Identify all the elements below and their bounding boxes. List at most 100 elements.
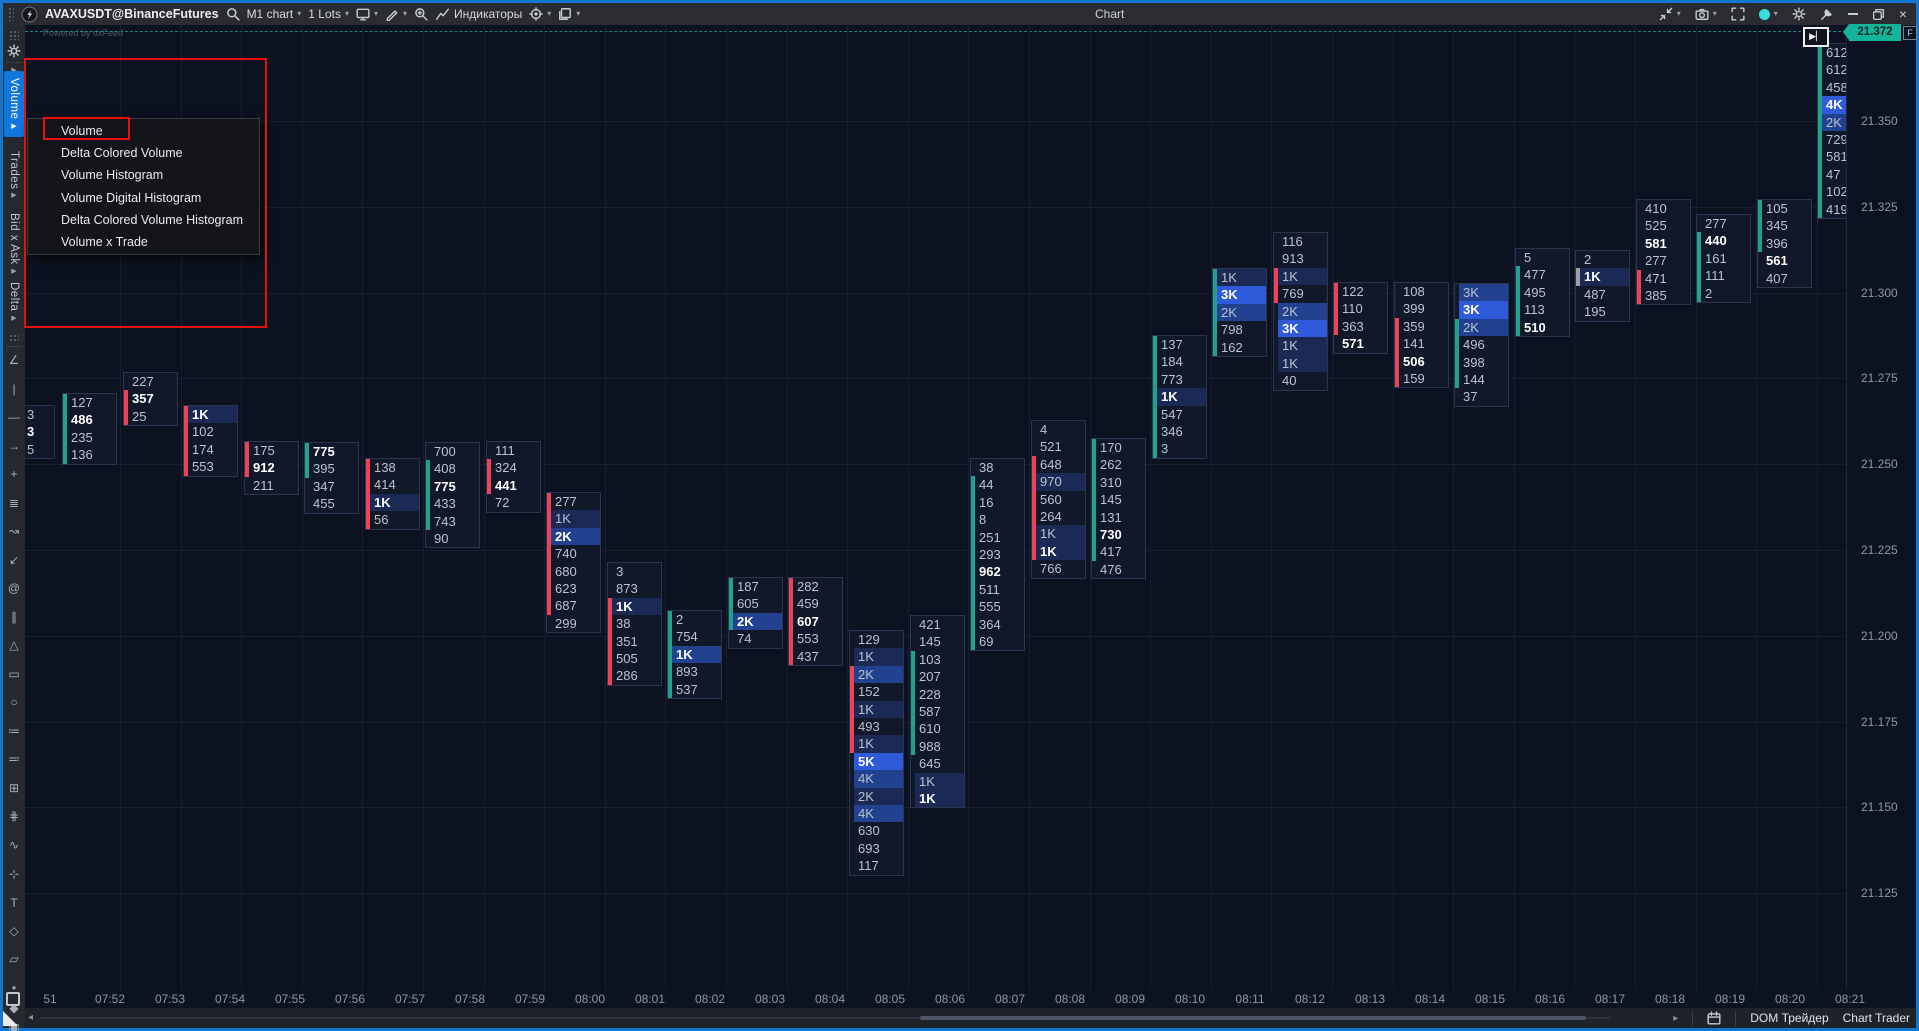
menu-item-volume-x-trade[interactable]: Volume x Trade [28,231,259,253]
calendar-icon[interactable] [1707,1011,1721,1025]
sidebar-tab-bid-x-ask[interactable]: Bid x Ask▶ [4,209,24,279]
trend-arrow-tool[interactable]: ↙ [3,552,25,568]
volume-cell: 8 [975,511,1024,528]
zoom-in-icon[interactable] [414,7,428,21]
status-indicator[interactable]: ▾ [1759,3,1778,25]
zoom-in-button[interactable] [414,7,428,21]
price-label: 21.325 [1861,200,1898,214]
target-icon[interactable] [529,7,543,21]
channel-tool[interactable]: ∥ [3,609,25,625]
layout-dropdown[interactable]: ▾ [558,3,580,25]
gridline-vertical [1696,25,1697,990]
volume-cell: 1K [1217,269,1266,286]
chart-type-dropdown[interactable]: ▾ [356,3,378,25]
drawing-dropdown[interactable]: ▾ [385,3,407,25]
scroll-right-arrow[interactable]: ▸ [1673,1013,1678,1024]
sidebar-grip[interactable] [3,29,25,41]
chart-trader-button[interactable]: Chart Trader [1843,1011,1910,1025]
callout-tool[interactable]: ▱ [3,951,25,967]
settings-button[interactable] [1792,7,1806,21]
cross-line-tool[interactable]: + [3,466,25,482]
pencil-icon[interactable] [385,7,399,21]
volume-cell: 775 [309,443,358,460]
titlebar-left-group: AVAXUSDT@BinanceFutures M1 chart▾ 1 Lots▾ ▾… [3,3,580,25]
ellipse-tool[interactable]: ○ [3,694,25,710]
rectangle-tool[interactable]: ▭ [3,666,25,682]
fib-spiral-tool[interactable]: @ [3,580,25,596]
sidebar-grip[interactable] [3,333,25,343]
volume-cells: 2774401611112 [1701,215,1750,302]
projection-tool[interactable]: ⊹ [3,866,25,882]
text-tool[interactable]: T [3,895,25,911]
sidebar-settings-button[interactable] [3,43,25,59]
lots-dropdown[interactable]: 1 Lots▾ [308,3,349,25]
volume-cell: 145 [915,633,964,650]
volume-cell: 1K [672,646,721,663]
curve-tool[interactable]: ↝ [3,523,25,539]
volume-cell: 521 [1036,438,1085,455]
collapse-panel-button[interactable]: ▾ [1659,3,1681,25]
vertical-line-tool[interactable]: | [3,381,25,397]
symbol-selector[interactable]: AVAXUSDT@BinanceFutures [45,3,219,25]
scroll-left-arrow[interactable]: ◂ [28,1008,33,1028]
volume-cell: 486 [67,411,116,428]
menu-item-volume-histogram[interactable]: Volume Histogram [28,164,259,186]
go-to-realtime-button[interactable]: ▶▏ [1803,27,1829,47]
volume-cell: 138 [370,459,419,476]
menu-item-volume[interactable]: Volume [28,120,259,142]
fullscreen-button[interactable] [1731,7,1745,21]
sidebar-tab-trades[interactable]: Trades▶ [4,147,24,203]
corner-resize-triangle[interactable] [3,1011,18,1026]
menu-item-volume-digital-histogram[interactable]: Volume Digital Histogram [28,187,259,209]
volume-cell: 2K [733,613,782,630]
gridline-vertical [302,25,303,990]
dom-trader-button[interactable]: DOM Трейдер [1750,1011,1828,1025]
volume-cell: 90 [430,530,479,547]
timeframe-dropdown[interactable]: M1 chart▾ [247,3,302,25]
volume-profile-tool[interactable]: ≔ [3,723,25,739]
sidebar-tab-delta[interactable]: Delta▶ [4,277,24,327]
gear-icon[interactable] [7,44,21,58]
price-label-tool[interactable]: ◇ [3,923,25,939]
volume-cell: 408 [430,460,479,477]
tpo-profile-tool[interactable]: ≕ [3,751,25,767]
menu-item-delta-colored-volume[interactable]: Delta Colored Volume [28,142,259,164]
gridline-horizontal [25,207,1846,208]
chevron-down-icon: ▾ [403,3,407,25]
screenshot-button[interactable]: ▾ [1695,3,1717,25]
close-button[interactable]: × [1899,3,1907,25]
restore-button[interactable] [1872,8,1885,21]
crosshair-dropdown[interactable]: ▾ [529,3,551,25]
angle-tool[interactable]: ∠ [3,352,25,368]
pin-button[interactable] [1820,7,1834,21]
arrow-tool[interactable]: → [3,438,25,454]
corner-square-icon[interactable] [6,992,20,1006]
volume-cell: 455 [309,495,358,512]
horizontal-line-tool[interactable]: — [3,409,25,425]
menu-item-delta-colored-volume-histogram[interactable]: Delta Colored Volume Histogram [28,209,259,231]
volume-cell: 310 [1096,474,1145,491]
sidebar-tab-volume[interactable]: Volume▶ [4,71,24,137]
bars-pattern-tool[interactable]: ⋕ [3,808,25,824]
volume-cell: 110 [1338,300,1387,317]
time-axis[interactable]: 5107:5207:5307:5407:5507:5607:5707:5807:… [25,990,1916,1008]
scrollbar-thumb[interactable] [920,1016,1586,1020]
volume-cell: 195 [1580,303,1629,320]
monitor-icon[interactable] [356,7,370,21]
volume-cell: 162 [1217,339,1266,356]
layers-icon[interactable] [558,7,572,21]
footprint-column-08:21: 6126124584K2K72958147102419 [1817,43,1846,219]
gridline-horizontal [25,550,1846,551]
minimize-button[interactable] [1848,13,1858,15]
search-button[interactable] [226,7,240,21]
drag-grip[interactable] [8,7,14,21]
sidebar-tab-label: Volume [8,78,20,119]
zigzag-tool[interactable]: ∿ [3,837,25,853]
indicators-button[interactable]: Индикаторы [435,3,522,25]
chart-canvas[interactable]: Powered by dxFeed ▶▏ 3351274862351362273… [25,25,1846,990]
parallel-lines-tool[interactable]: ≣ [3,495,25,511]
price-axis[interactable]: 21.372 F 21.35021.32521.30021.27521.2502… [1846,25,1916,990]
triangle-tool[interactable]: △ [3,637,25,653]
search-icon[interactable] [226,7,240,21]
grid-tool[interactable]: ⊞ [3,780,25,796]
